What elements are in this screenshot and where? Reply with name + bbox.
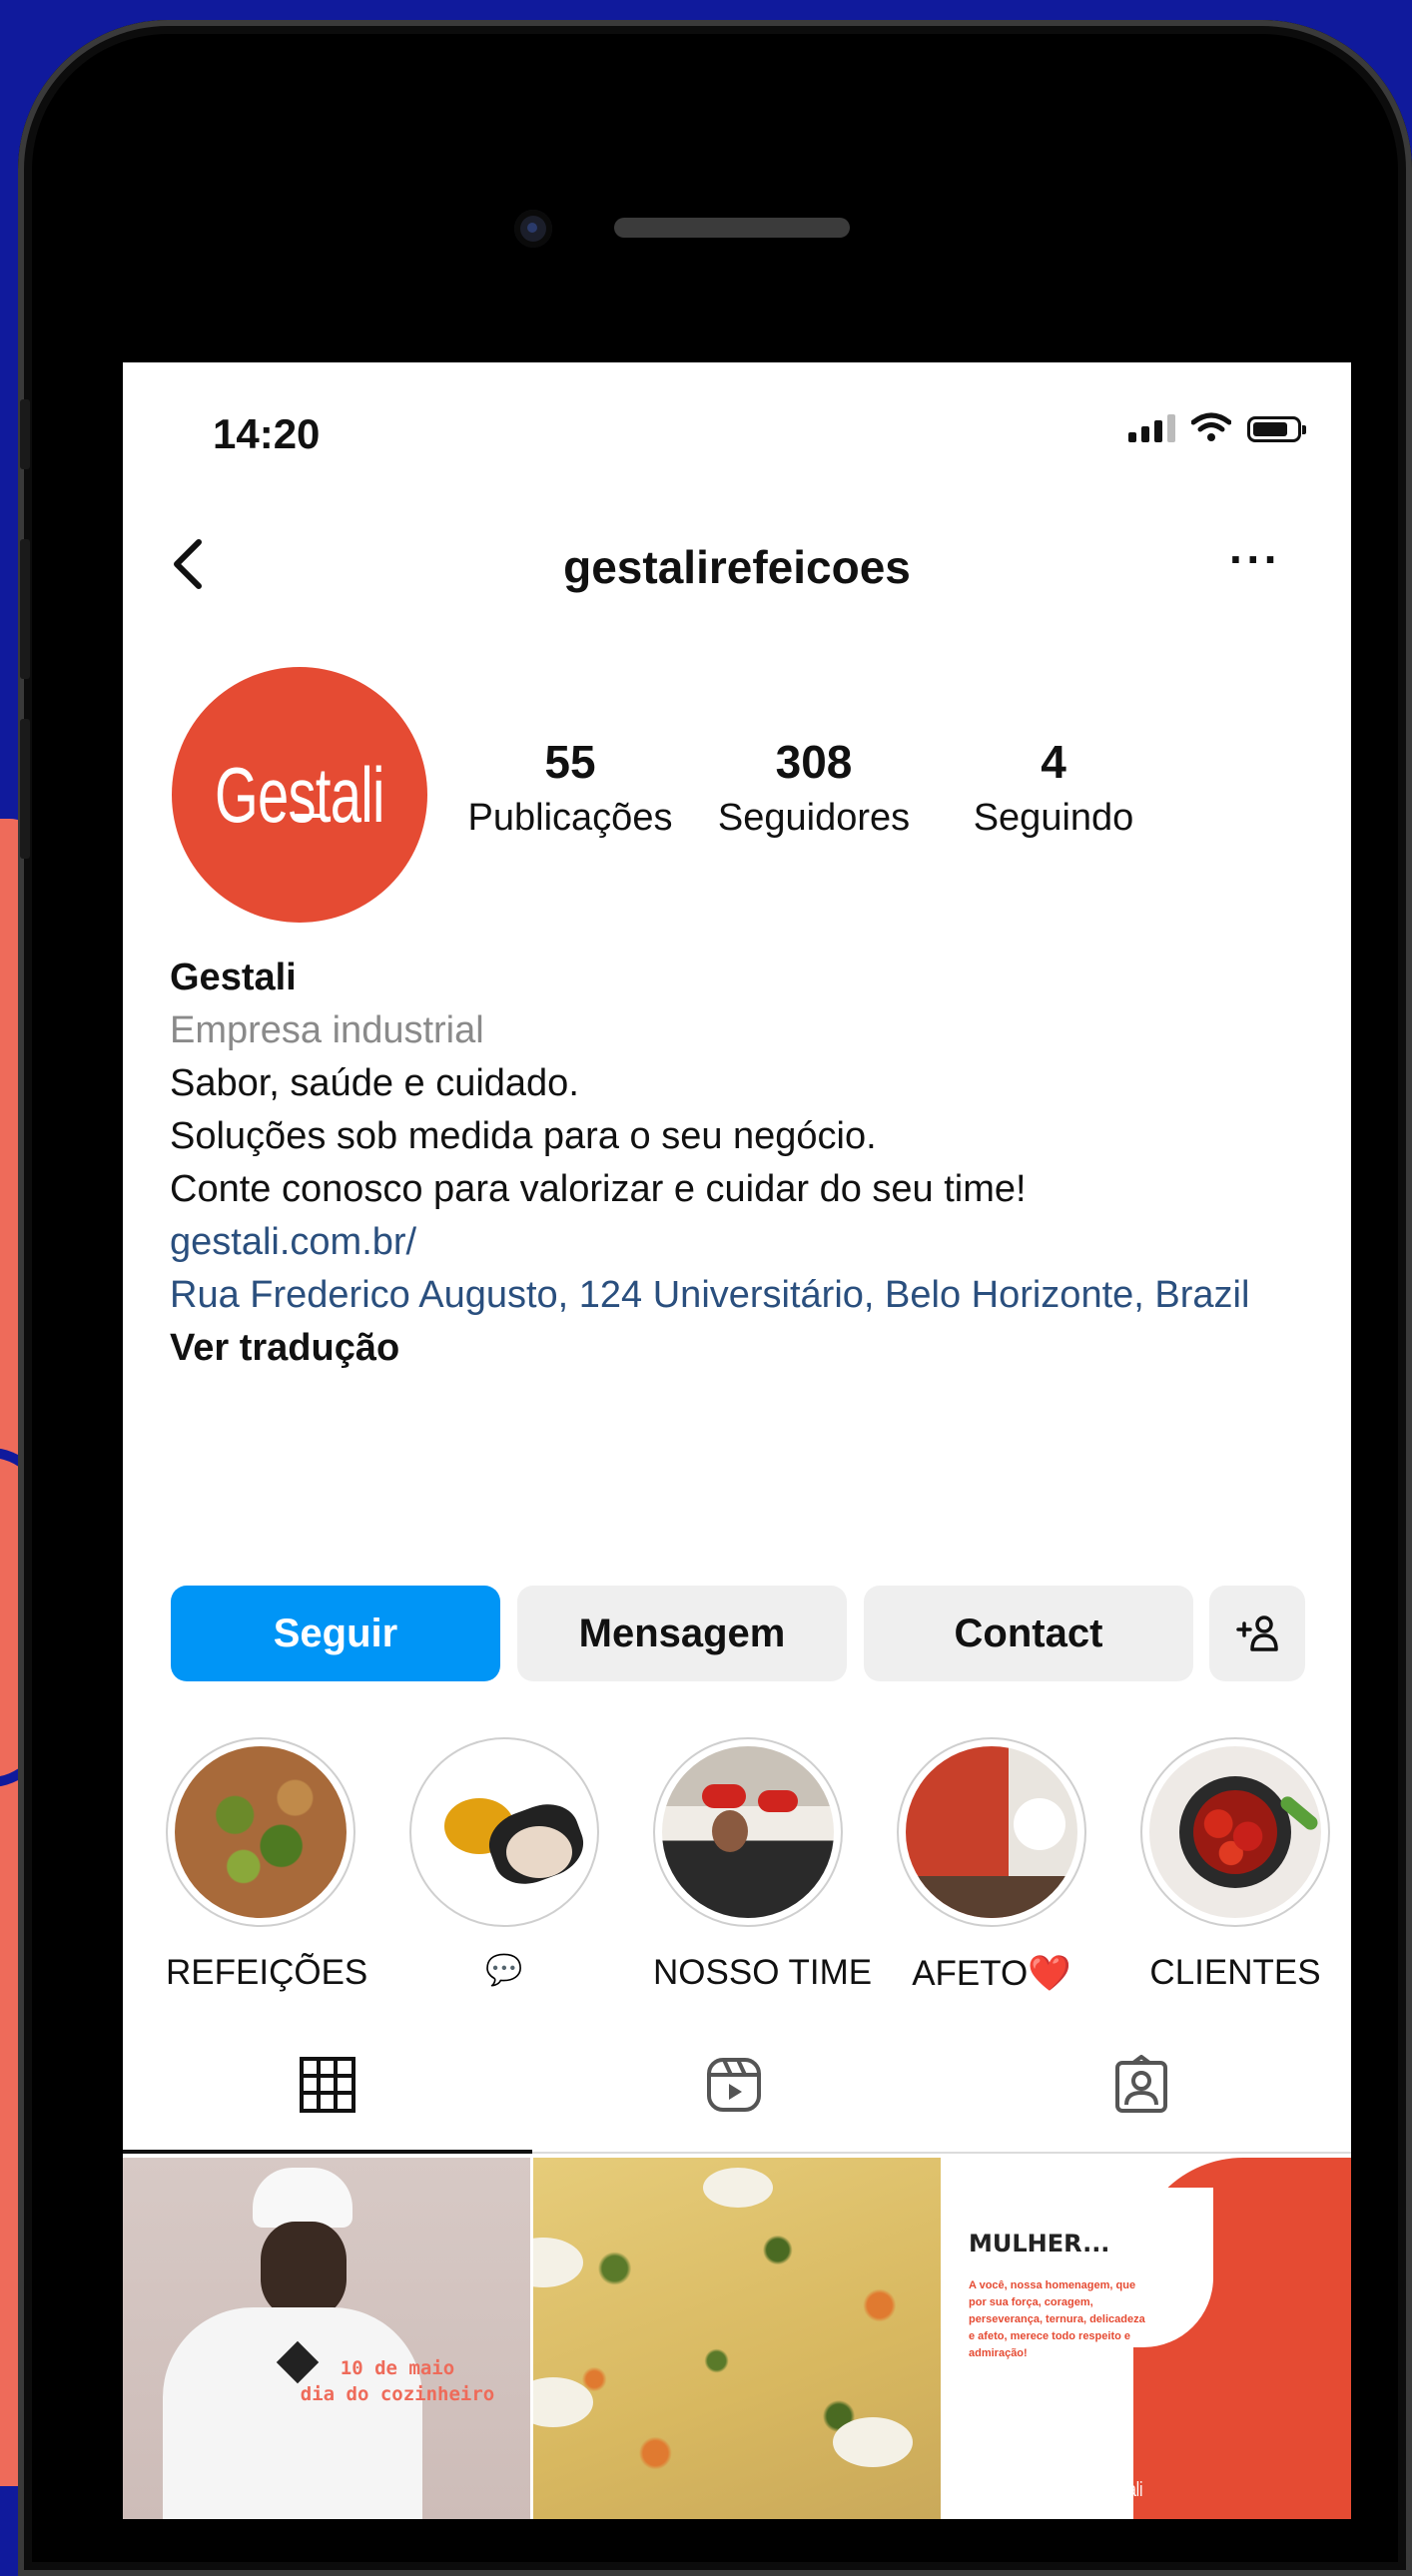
tagged-icon[interactable] bbox=[1111, 2055, 1171, 2115]
post-title: MULHER... bbox=[969, 2230, 1110, 2257]
profile-name: Gestali bbox=[170, 957, 297, 998]
bio-line: Sabor, saúde e cuidado. bbox=[170, 1062, 579, 1104]
bio-line: Soluções sob medida para o seu negócio. bbox=[170, 1115, 877, 1157]
post-body: A você, nossa homenagem, que por sua for… bbox=[969, 2279, 1145, 2359]
post-thumbnail[interactable]: MULHER... A você, nossa homenagem, que p… bbox=[944, 2158, 1351, 2519]
status-time: 14:20 bbox=[213, 410, 321, 457]
front-camera bbox=[514, 210, 552, 248]
profile-avatar[interactable]: Gestali bbox=[172, 667, 427, 923]
highlight-label: 💬 bbox=[485, 1954, 523, 1987]
status-icons bbox=[1128, 412, 1306, 442]
post-logo: Gestali bbox=[1095, 2479, 1143, 2501]
highlight-label: CLIENTES bbox=[1149, 1953, 1321, 1992]
highlight-image bbox=[906, 1746, 1077, 1918]
egg bbox=[833, 2417, 913, 2467]
stat-value: 55 bbox=[544, 736, 596, 788]
stat-followers[interactable]: 308 Seguidores bbox=[704, 735, 924, 840]
stat-value: 308 bbox=[775, 736, 853, 788]
stat-following[interactable]: 4 Seguindo bbox=[954, 735, 1153, 840]
grid-icon[interactable] bbox=[298, 2055, 357, 2115]
cellular-signal-icon bbox=[1128, 412, 1175, 442]
highlight-image bbox=[1149, 1746, 1321, 1918]
chef-coat bbox=[163, 2307, 422, 2519]
highlight-label: REFEIÇÕES bbox=[166, 1953, 368, 1992]
highlight-label: NOSSO TIME bbox=[653, 1953, 873, 1992]
reels-icon[interactable] bbox=[704, 2055, 764, 2115]
stat-label: Seguidores bbox=[717, 797, 911, 839]
add-person-icon bbox=[1236, 1615, 1278, 1651]
chef-face bbox=[261, 2222, 347, 2317]
stat-label: Publicações bbox=[467, 797, 673, 839]
translate-link[interactable]: Ver tradução bbox=[170, 1322, 1318, 1375]
highlight-image bbox=[175, 1746, 347, 1918]
phone-side-button bbox=[20, 539, 30, 679]
phone-frame: 14:20 gestalirefeicoes ··· Gestali 55 Pu… bbox=[18, 20, 1412, 2576]
post-caption: 10 de maio dia do cozinheiro bbox=[300, 2357, 495, 2405]
highlight-ring bbox=[166, 1737, 355, 1927]
phone-side-button bbox=[20, 399, 30, 469]
profile-username: gestalirefeicoes bbox=[563, 541, 911, 593]
stat-label: Seguindo bbox=[973, 797, 1134, 839]
phone-screen: 14:20 gestalirefeicoes ··· Gestali 55 Pu… bbox=[123, 362, 1351, 2519]
phone-side-button bbox=[20, 719, 30, 859]
suggest-users-button[interactable] bbox=[1209, 1586, 1305, 1681]
address-link[interactable]: Rua Frederico Augusto, 124 Universitário… bbox=[170, 1269, 1318, 1322]
post-thumbnail[interactable] bbox=[533, 2158, 941, 2519]
follow-button[interactable]: Seguir bbox=[171, 1586, 500, 1681]
earpiece-speaker bbox=[614, 218, 850, 238]
highlight-ring bbox=[653, 1737, 843, 1927]
website-link[interactable]: gestali.com.br/ bbox=[170, 1216, 1318, 1269]
highlight-ring bbox=[1140, 1737, 1330, 1927]
bio-line: Conte conosco para valorizar e cuidar do… bbox=[170, 1168, 1027, 1210]
highlight-afeto[interactable]: AFETO❤️ bbox=[897, 1737, 1086, 1994]
egg bbox=[703, 2168, 773, 2208]
highlight-image bbox=[662, 1746, 834, 1918]
highlight-clientes[interactable]: CLIENTES bbox=[1140, 1737, 1330, 1993]
profile-bio: Gestali Empresa industrial Sabor, saúde … bbox=[170, 952, 1318, 1375]
more-options-icon[interactable]: ··· bbox=[1229, 532, 1281, 586]
active-tab-indicator bbox=[123, 2150, 532, 2154]
highlight-label: AFETO❤️ bbox=[912, 1954, 1071, 1993]
message-button[interactable]: Mensagem bbox=[517, 1586, 847, 1681]
highlight-chat[interactable]: 💬 bbox=[409, 1737, 599, 1988]
avatar-logo-underline bbox=[295, 814, 323, 818]
profile-category: Empresa industrial bbox=[170, 1009, 484, 1051]
highlight-nosso-time[interactable]: NOSSO TIME bbox=[653, 1737, 873, 1993]
chef-hat bbox=[253, 2168, 353, 2228]
highlight-refeicoes[interactable]: REFEIÇÕES bbox=[166, 1737, 368, 1993]
highlight-image bbox=[418, 1746, 590, 1918]
wifi-icon bbox=[1191, 412, 1231, 441]
contact-button[interactable]: Contact bbox=[864, 1586, 1193, 1681]
post-thumbnail[interactable]: 10 de maio dia do cozinheiro bbox=[123, 2158, 530, 2519]
battery-icon bbox=[1247, 416, 1306, 442]
highlight-ring bbox=[409, 1737, 599, 1927]
stat-posts[interactable]: 55 Publicações bbox=[464, 735, 676, 840]
highlight-ring bbox=[897, 1737, 1086, 1927]
stat-value: 4 bbox=[1041, 736, 1066, 788]
avatar-logo-text: Gestali bbox=[215, 750, 384, 839]
